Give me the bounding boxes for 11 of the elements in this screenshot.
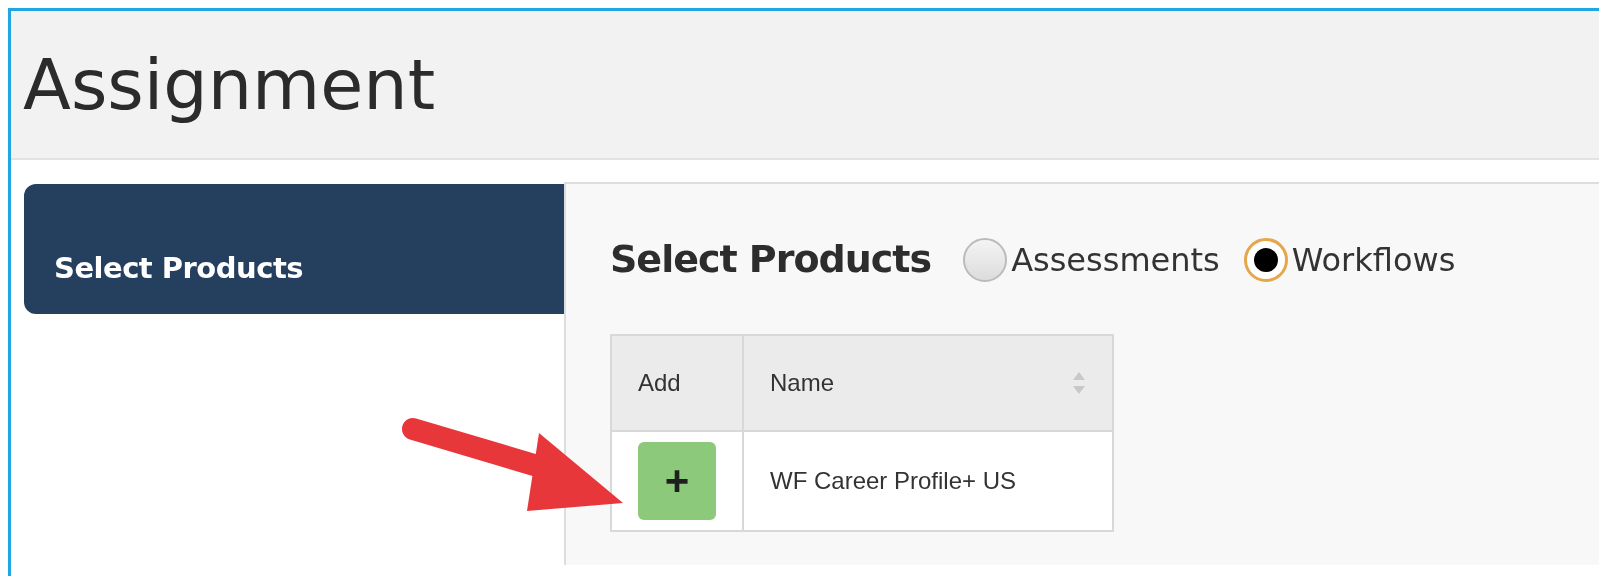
radio-button[interactable] bbox=[963, 238, 1008, 282]
table-cell: WF Career Profile+ US bbox=[743, 431, 1113, 531]
radio-button[interactable] bbox=[1243, 238, 1288, 282]
sidebar-tab[interactable]: Select Products bbox=[24, 184, 564, 314]
section-heading: Select Products bbox=[610, 237, 932, 283]
column-header: Add bbox=[611, 335, 743, 431]
radio-label[interactable]: Workflows bbox=[1291, 236, 1456, 284]
radio-label[interactable]: Assessments bbox=[1011, 236, 1220, 284]
column-header[interactable]: Name bbox=[770, 365, 835, 401]
sort-icon[interactable] bbox=[1072, 370, 1086, 396]
add-button[interactable]: + bbox=[638, 442, 716, 520]
